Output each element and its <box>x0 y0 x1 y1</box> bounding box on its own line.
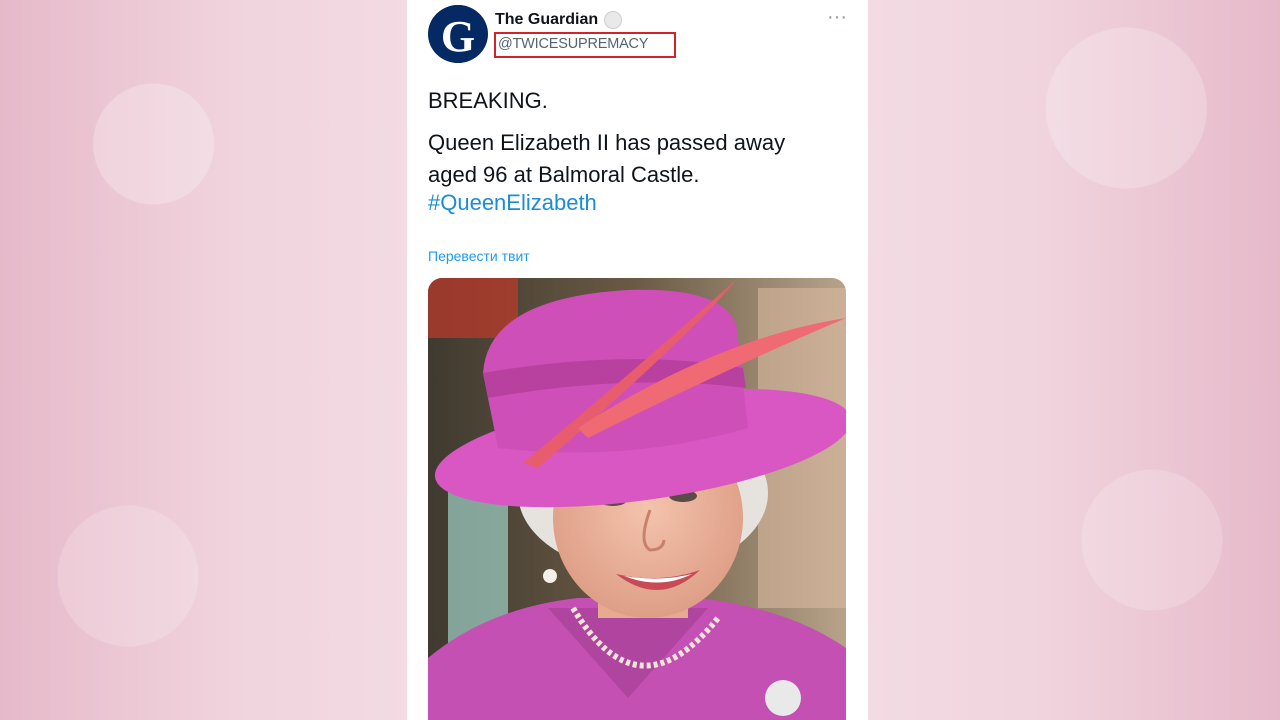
tweet-body: Queen Elizabeth II has passed away aged … <box>428 130 786 187</box>
avatar-letter: G <box>441 12 475 61</box>
verified-badge-icon <box>604 11 623 29</box>
handle-highlight-box: @TWICESUPREMACY <box>494 32 676 58</box>
queen-photo-illustration <box>428 278 846 720</box>
translate-tweet-link[interactable]: Перевести твит <box>428 248 530 264</box>
more-options-icon[interactable]: ··· <box>825 7 849 30</box>
author-handle[interactable]: @TWICESUPREMACY <box>498 36 648 52</box>
hashtag-link[interactable]: #QueenElizabeth <box>428 190 597 216</box>
author-row: The Guardian <box>495 11 623 29</box>
guardian-avatar[interactable]: G <box>428 5 488 63</box>
author-name[interactable]: The Guardian <box>495 11 598 29</box>
tweet-photo[interactable] <box>428 278 846 720</box>
tweet-line-breaking: BREAKING. <box>428 88 548 113</box>
tweet-card[interactable]: G The Guardian @TWICESUPREMACY ··· BREAK… <box>407 0 868 720</box>
